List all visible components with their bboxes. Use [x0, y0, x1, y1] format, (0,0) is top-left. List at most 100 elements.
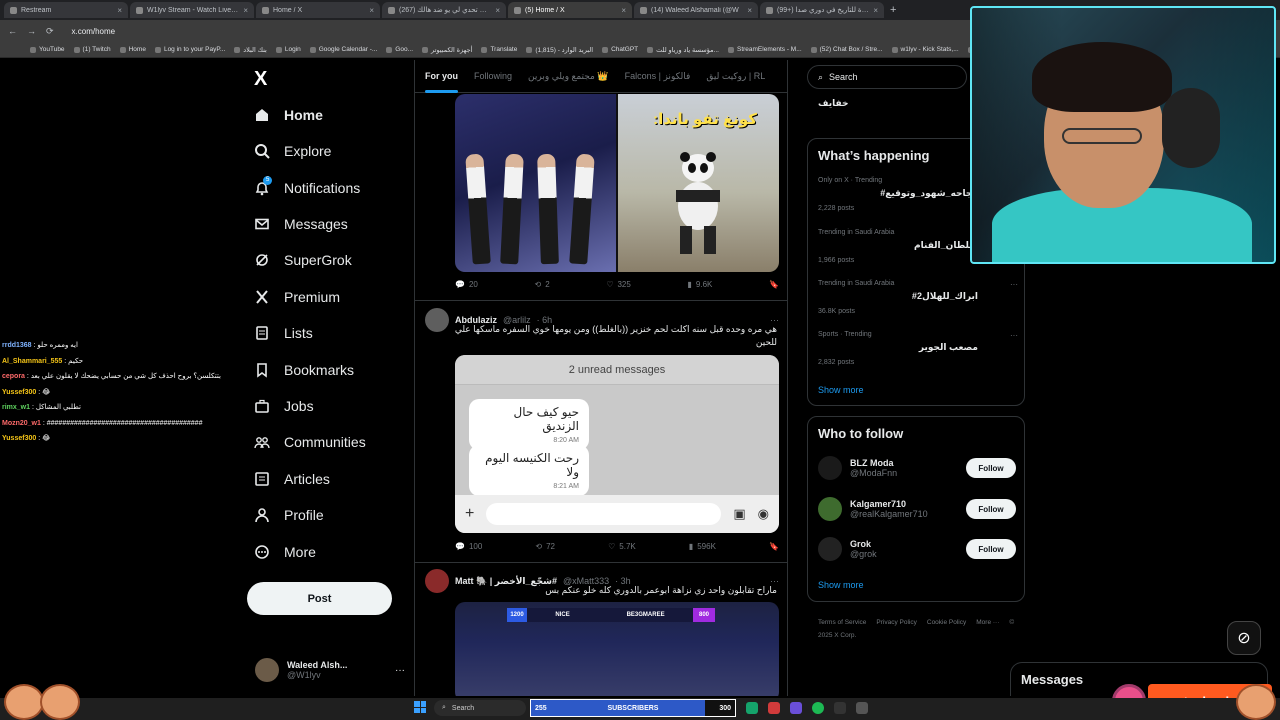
avatar[interactable]	[425, 308, 449, 332]
search-input[interactable]: ⌕ Search	[807, 65, 967, 89]
like-button[interactable]: ♡ 325	[606, 280, 631, 289]
close-icon[interactable]: ×	[243, 6, 248, 15]
avatar[interactable]	[818, 497, 842, 521]
footer-link[interactable]: Privacy Policy	[876, 619, 916, 626]
repost-button[interactable]: ⟲ 2	[535, 280, 550, 289]
follow-suggestion[interactable]: Kalgamer710 @realKalgamer710 Follow	[818, 495, 1016, 523]
timeline-tab[interactable]: Following	[474, 71, 512, 81]
footer-link[interactable]: Cookie Policy	[927, 619, 966, 626]
spotify-icon[interactable]	[812, 702, 824, 714]
follow-button[interactable]: Follow	[966, 458, 1016, 478]
url-field[interactable]: x.com/home	[72, 27, 116, 36]
views-button[interactable]: ▮ 596K	[689, 542, 716, 551]
trend-item[interactable]: Trending in Saudi Arabia ابراك_للهلال2# 36…	[818, 280, 1018, 315]
app-icon[interactable]	[746, 702, 758, 714]
nav-more[interactable]: More	[254, 540, 316, 564]
bookmark-icon[interactable]: 🔖	[769, 280, 779, 289]
bookmark-item[interactable]: YouTube	[30, 46, 65, 53]
footer-link[interactable]: Terms of Service	[818, 619, 866, 626]
nav-explore[interactable]: Explore	[254, 139, 331, 163]
trend-title[interactable]: خفايف	[818, 98, 848, 109]
bookmark-item[interactable]: Home	[119, 46, 146, 53]
nav-messages[interactable]: Messages	[254, 212, 348, 236]
back-icon[interactable]: ←	[8, 26, 17, 36]
nav-communities[interactable]: Communities	[254, 430, 366, 454]
bookmark-item[interactable]: (1) Twitch	[73, 46, 111, 53]
more-dots-icon[interactable]: ···	[395, 665, 405, 676]
like-button[interactable]: ♡ 5.7K	[608, 542, 636, 551]
bookmark-item[interactable]: (52) Chat Box / Stre...	[810, 46, 883, 53]
bookmark-item[interactable]: البريد الوارد - (1,815)	[526, 46, 593, 54]
close-icon[interactable]: ×	[117, 6, 122, 15]
show-more-link[interactable]: Show more	[818, 580, 864, 590]
trend-item[interactable]: Sports · Trending مصعب الجوير 2,832 posts ·…	[818, 331, 1018, 366]
nav-lists[interactable]: Lists	[254, 321, 313, 345]
post-media[interactable]: 2 unread messages حيو كيف حال الزنديق 8:…	[455, 355, 779, 533]
close-icon[interactable]: ×	[873, 6, 878, 15]
browser-tab[interactable]: (14) Waleed Alshamali (@W ×	[634, 2, 758, 18]
timeline-tab[interactable]: مجتمع ويلي وبرين 👑	[528, 71, 609, 82]
app-icon[interactable]	[768, 702, 780, 714]
nav-home[interactable]: Home	[254, 103, 323, 127]
show-more-link[interactable]: Show more	[818, 385, 864, 395]
windows-start-icon[interactable]	[414, 701, 426, 713]
bookmark-item[interactable]: بنك البلاد	[234, 46, 267, 54]
reply-button[interactable]: 💬 20	[455, 280, 478, 289]
post-media[interactable]: كونغ تفو باندا:	[455, 94, 779, 272]
new-tab-button[interactable]: +	[890, 4, 896, 16]
bookmark-icon[interactable]: 🔖	[769, 542, 779, 551]
taskbar-search[interactable]: ⌕ Search	[434, 700, 526, 716]
close-icon[interactable]: ×	[495, 6, 500, 15]
bookmark-item[interactable]: Goo...	[386, 46, 413, 53]
post-button[interactable]: Post	[247, 582, 392, 615]
bookmark-item[interactable]: Translate	[481, 46, 517, 53]
nav-premium[interactable]: Premium	[254, 285, 340, 309]
app-icon[interactable]	[790, 702, 802, 714]
avatar[interactable]	[818, 537, 842, 561]
app-icon[interactable]	[834, 702, 846, 714]
follow-suggestion[interactable]: BLZ Moda @ModaFnn Follow	[818, 454, 1016, 482]
browser-tab[interactable]: (99+) انارة للتاريخ في دوري صدا ×	[760, 2, 884, 18]
timeline-tab[interactable]: Falcons | فالكونز	[625, 71, 691, 82]
close-icon[interactable]: ×	[369, 6, 374, 15]
bookmark-item[interactable]: Log in to your PayP...	[154, 46, 225, 53]
x-logo[interactable]: X	[254, 68, 267, 91]
browser-tab[interactable]: Restream ×	[4, 2, 128, 18]
nav-notifications[interactable]: 5 Notifications	[254, 176, 360, 200]
close-icon[interactable]: ×	[747, 6, 752, 15]
post-media[interactable]: 1200 NICE BE3GMAREE 800	[455, 602, 779, 696]
bookmark-item[interactable]: StreamElements - M...	[727, 46, 802, 53]
bookmark-item[interactable]: أجهزة الكمبيوتر	[422, 46, 472, 54]
footer-link[interactable]: More ···	[976, 619, 999, 626]
browser-tab[interactable]: Home / X ×	[256, 2, 380, 18]
bookmark-item[interactable]: Google Calendar -...	[309, 46, 377, 53]
nav-jobs[interactable]: Jobs	[254, 394, 314, 418]
bookmark-item[interactable]: w1lyv - Kick Stats,...	[891, 46, 959, 53]
more-dots-icon[interactable]: ···	[1010, 280, 1018, 289]
forward-icon[interactable]: →	[27, 26, 36, 36]
nav-bookmarks[interactable]: Bookmarks	[254, 358, 354, 382]
repost-button[interactable]: ⟲ 72	[535, 542, 555, 551]
grok-icon[interactable]: ⊘	[1227, 621, 1261, 655]
bookmark-item[interactable]: مؤسسة ياد ورياو للت...	[647, 46, 719, 54]
reply-button[interactable]: 💬 100	[455, 542, 482, 551]
browser-tab[interactable]: W1lyv Stream - Watch Live on ×	[130, 2, 254, 18]
timeline-tab[interactable]: روكيت ليق | RL	[706, 71, 765, 82]
browser-tab[interactable]: (5) Home / X ×	[508, 2, 632, 18]
follow-button[interactable]: Follow	[966, 499, 1016, 519]
more-dots-icon[interactable]: ···	[1010, 331, 1018, 340]
timeline-tab[interactable]: For you	[425, 71, 458, 93]
nav-articles[interactable]: Articles	[254, 467, 330, 491]
app-icon[interactable]	[856, 702, 868, 714]
close-icon[interactable]: ×	[621, 6, 626, 15]
follow-button[interactable]: Follow	[966, 539, 1016, 559]
bookmark-item[interactable]: Login	[275, 46, 301, 53]
views-button[interactable]: ▮ 9.6K	[687, 280, 712, 289]
reload-icon[interactable]: ⟳	[46, 26, 54, 37]
nav-profile[interactable]: Profile	[254, 503, 324, 527]
account-switcher[interactable]: Waleed Alsh... @W1lyv ···	[255, 655, 405, 685]
avatar[interactable]	[818, 456, 842, 480]
bookmark-item[interactable]: ChatGPT	[602, 46, 638, 53]
follow-suggestion[interactable]: Grok @grok Follow	[818, 535, 1016, 563]
avatar[interactable]	[425, 569, 449, 593]
